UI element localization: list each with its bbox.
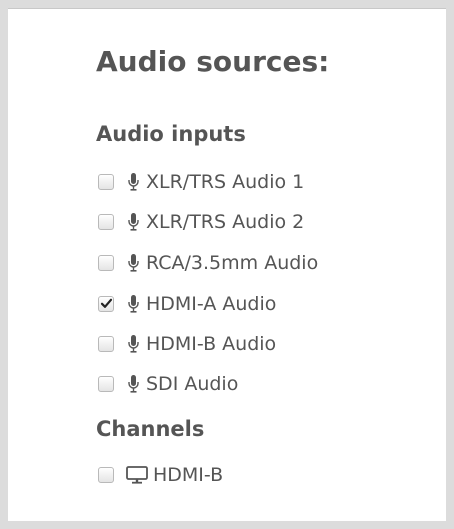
audio-input-rca[interactable]: RCA/3.5mm Audio: [98, 249, 318, 277]
audio-input-hdmi-b-checkbox[interactable]: [98, 336, 114, 352]
audio-input-label: XLR/TRS Audio 1: [146, 171, 305, 193]
channel-hdmi-b[interactable]: HDMI-B: [98, 461, 223, 489]
audio-input-label: HDMI-B Audio: [146, 333, 277, 355]
microphone-icon: [128, 335, 139, 353]
audio-input-rca-checkbox[interactable]: [98, 255, 114, 271]
audio-input-hdmi-b[interactable]: HDMI-B Audio: [98, 330, 276, 358]
audio-input-xlr-trs-1-checkbox[interactable]: [98, 174, 114, 190]
microphone-icon: [128, 295, 139, 313]
channel-label: HDMI-B: [153, 464, 224, 486]
audio-input-label: XLR/TRS Audio 2: [146, 211, 305, 233]
microphone-icon: [128, 213, 139, 231]
monitor-icon: [126, 466, 148, 484]
audio-input-hdmi-a-checkbox[interactable]: [98, 296, 114, 312]
audio-input-xlr-trs-1[interactable]: XLR/TRS Audio 1: [98, 168, 304, 196]
audio-input-sdi[interactable]: SDI Audio: [98, 370, 238, 398]
channel-hdmi-b-checkbox[interactable]: [98, 467, 114, 483]
microphone-icon: [128, 375, 139, 393]
microphone-icon: [128, 173, 139, 191]
channels-heading: Channels: [96, 417, 205, 441]
page-title: Audio sources:: [96, 45, 330, 78]
audio-inputs-heading: Audio inputs: [96, 122, 246, 146]
audio-input-hdmi-a[interactable]: HDMI-A Audio: [98, 290, 276, 318]
audio-input-label: RCA/3.5mm Audio: [146, 252, 319, 274]
audio-input-label: SDI Audio: [146, 373, 239, 395]
audio-input-label: HDMI-A Audio: [146, 293, 277, 315]
audio-input-sdi-checkbox[interactable]: [98, 376, 114, 392]
checkmark-icon: [100, 298, 113, 308]
audio-input-xlr-trs-2[interactable]: XLR/TRS Audio 2: [98, 208, 304, 236]
audio-sources-panel: Audio sources: Audio inputs XLR/TRS Audi…: [8, 8, 446, 521]
audio-input-xlr-trs-2-checkbox[interactable]: [98, 214, 114, 230]
microphone-icon: [128, 254, 139, 272]
